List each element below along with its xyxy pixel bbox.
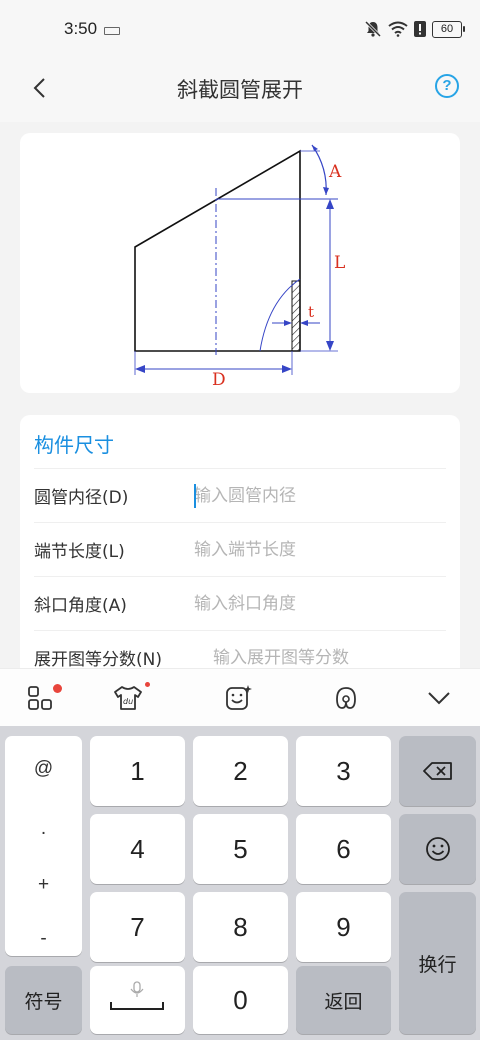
diameter-input[interactable]: 输入圆管内径 (194, 481, 434, 511)
microphone-icon (110, 981, 164, 1010)
skin-button[interactable]: du (108, 679, 150, 717)
key-0[interactable]: 0 (193, 966, 288, 1034)
key-9[interactable]: 9 (296, 892, 391, 962)
return-key[interactable]: 返回 (296, 966, 391, 1034)
symbol-column[interactable]: @ . + - (5, 736, 82, 956)
field-label-divisions: 展开图等分数(N) (34, 650, 162, 670)
space-bar-icon (110, 1002, 164, 1010)
field-row-diameter: 圆管内径(D) 输入圆管内径 (34, 468, 446, 522)
svg-text:du: du (123, 697, 133, 706)
notification-dot (145, 682, 150, 687)
enter-key[interactable]: 换行 (399, 892, 476, 1034)
text-caret (194, 484, 196, 508)
key-2[interactable]: 2 (193, 736, 288, 806)
symbols-key-label: 符号 (24, 990, 63, 1013)
component-size-card: 构件尺寸 圆管内径(D) 输入圆管内径 端节长度(L) 输入端节长度 斜口角度(… (20, 415, 460, 685)
collapse-keyboard-button[interactable] (419, 679, 459, 717)
notification-dot (53, 684, 62, 693)
status-bar: 3:50 60 (0, 0, 480, 60)
backspace-key[interactable] (399, 736, 476, 806)
collapse-icon (428, 692, 450, 705)
space-key[interactable] (90, 966, 185, 1034)
emoji-icon (425, 837, 450, 861)
field-label-length: 端节长度(L) (34, 542, 125, 562)
symbols-key[interactable]: 符号 (5, 966, 82, 1034)
numeric-keyboard: @ . + - 1 2 3 4 5 6 7 8 9 符号 0 返回 换行 (0, 726, 480, 1040)
key-7[interactable]: 7 (90, 892, 185, 962)
handwriting-icon (336, 687, 356, 709)
grid-menu-button[interactable] (20, 679, 62, 717)
field-row-angle: 斜口角度(A) 输入斜口角度 (34, 576, 446, 630)
wall-hatch (291, 280, 301, 352)
return-key-label: 返回 (324, 990, 363, 1013)
section-title: 构件尺寸 (34, 433, 114, 457)
label-t: t (308, 303, 314, 321)
field-label-angle: 斜口角度(A) (34, 596, 127, 616)
help-icon[interactable]: ? (435, 74, 459, 98)
label-l: L (334, 253, 345, 273)
alert-icon (414, 21, 426, 37)
backspace-icon (422, 762, 452, 780)
mute-bell-icon (364, 20, 382, 38)
emoji-key[interactable] (399, 814, 476, 884)
symbol-key-dot[interactable]: . (5, 818, 82, 840)
page-title: 斜截圆管展开 (177, 78, 303, 102)
keyboard-toolbar: du (0, 668, 480, 726)
diagram-card: A L t D (20, 133, 460, 393)
enter-key-label: 换行 (418, 953, 457, 976)
pipe-cut-diagram: A L t D (134, 144, 345, 390)
key-8[interactable]: 8 (193, 892, 288, 962)
field-label-diameter: 圆管内径(D) (34, 488, 129, 508)
key-3[interactable]: 3 (296, 736, 391, 806)
symbol-key-minus[interactable]: - (5, 928, 82, 950)
app-bar: 斜截圆管展开 ? (0, 60, 480, 122)
angle-input[interactable]: 输入斜口角度 (194, 589, 434, 619)
length-input[interactable]: 输入端节长度 (194, 535, 434, 565)
field-row-length: 端节长度(L) 输入端节长度 (34, 522, 446, 576)
key-4[interactable]: 4 (90, 814, 185, 884)
status-icons: 60 (364, 20, 465, 38)
key-6[interactable]: 6 (296, 814, 391, 884)
handwriting-button[interactable] (326, 679, 366, 717)
battery-icon: 60 (432, 20, 465, 38)
symbol-key-plus[interactable]: + (5, 874, 82, 896)
pipe-outline (134, 149, 301, 352)
key-1[interactable]: 1 (90, 736, 185, 806)
wifi-icon (388, 21, 408, 37)
key-5[interactable]: 5 (193, 814, 288, 884)
label-d: D (212, 370, 226, 390)
sticker-button[interactable] (218, 679, 258, 717)
label-a: A (328, 162, 342, 182)
grid-menu-icon (28, 686, 52, 710)
status-time: 3:50 (64, 19, 98, 38)
keyboard-status-icon (104, 27, 120, 35)
symbol-key-at[interactable]: @ (5, 758, 82, 780)
sticker-icon (226, 685, 252, 710)
skin-icon: du (114, 686, 142, 710)
